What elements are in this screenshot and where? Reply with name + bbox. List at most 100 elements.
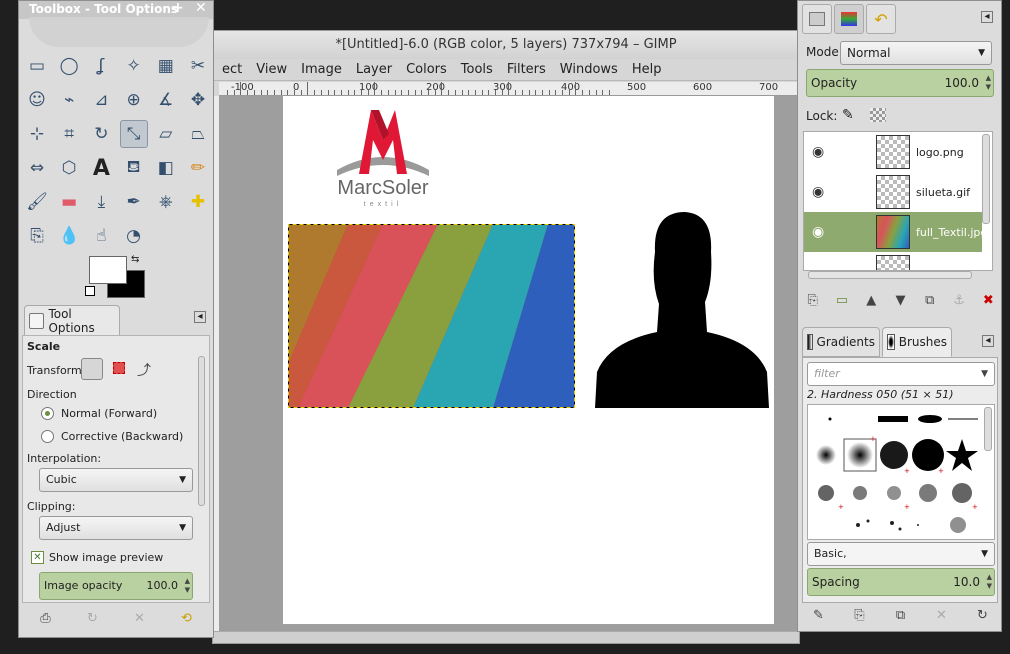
tab-brushes[interactable]: Brushes [882, 327, 952, 357]
direction-corrective-radio[interactable] [41, 430, 54, 443]
tab-tool-options[interactable]: Tool Options [24, 305, 120, 335]
edit-brush-icon[interactable]: ✎ [810, 606, 828, 624]
layer-opacity-slider[interactable]: Opacity 100.0 ▲ ▼ [806, 69, 994, 97]
measure-icon[interactable]: ∡ [152, 86, 180, 114]
restore-options-icon[interactable]: ↻ [84, 609, 102, 627]
text-icon[interactable]: A [87, 154, 115, 182]
anchor-layer-icon[interactable]: ⚓ [950, 291, 968, 309]
perspective-icon[interactable]: ⏢ [184, 120, 212, 148]
color-picker-icon[interactable]: ⊿ [87, 86, 115, 114]
brush-filter-input[interactable]: filter ▼ [807, 362, 995, 386]
blend-icon[interactable]: ◧ [152, 154, 180, 182]
menu-windows[interactable]: Windows [553, 62, 625, 77]
fuzzy-select-icon[interactable]: ✧ [120, 52, 148, 80]
shear-icon[interactable]: ▱ [152, 120, 180, 148]
menu-view[interactable]: View [249, 62, 294, 77]
mode-select[interactable]: Normal ▼ [840, 41, 992, 65]
align-icon[interactable]: ⊹ [23, 120, 51, 148]
delete-brush-icon[interactable]: ✕ [933, 606, 951, 624]
layer-row[interactable]: ◉ logo.png [804, 132, 982, 172]
lock-pixels-icon[interactable]: ✎ [842, 107, 854, 123]
visibility-eye-icon[interactable]: ◉ [812, 144, 824, 160]
raise-layer-icon[interactable]: ▲ [862, 291, 880, 309]
scissors-icon[interactable]: ✂ [184, 52, 212, 80]
refresh-brushes-icon[interactable]: ↻ [974, 606, 992, 624]
tab-gradients[interactable]: Gradients [802, 327, 880, 357]
menu-edit[interactable]: ect [215, 62, 249, 77]
perspective-clone-icon[interactable]: ⎘ [23, 222, 51, 250]
image-canvas[interactable]: MarcSoler textil [283, 96, 774, 624]
lower-layer-icon[interactable]: ▼ [891, 291, 909, 309]
layer-row[interactable]: ◉ silueta.gif [804, 172, 982, 212]
horizontal-ruler[interactable]: -100 0 100 200 300 400 500 600 700 [219, 82, 799, 96]
spin-arrows-icon[interactable]: ▲ ▼ [185, 577, 190, 595]
rotate-icon[interactable]: ↻ [87, 120, 115, 148]
airbrush-icon[interactable]: ⤓ [87, 188, 115, 216]
brush-preset-select[interactable]: Basic, ▼ [807, 542, 995, 566]
eraser-icon[interactable]: ▬ [55, 188, 83, 216]
spacing-slider[interactable]: Spacing 10.0 ▲ ▼ [807, 568, 995, 596]
menu-layer[interactable]: Layer [349, 62, 399, 77]
silhouette-image[interactable] [595, 212, 770, 408]
transform-layer-button[interactable] [81, 358, 103, 380]
save-options-icon[interactable]: ⎙ [37, 609, 55, 627]
textile-photo[interactable] [288, 224, 575, 408]
new-layer-icon[interactable]: ⎘ [804, 291, 822, 309]
transform-path-button[interactable]: ⤴ [137, 360, 151, 380]
crop-icon[interactable]: ⌗ [55, 120, 83, 148]
heal-icon[interactable]: ✚ [184, 188, 212, 216]
layer-row[interactable] [804, 252, 982, 270]
layer-row-selected[interactable]: ◉ full_Textil.jpg [804, 212, 987, 252]
brush-grid-scrollbar[interactable] [984, 407, 992, 451]
zoom-icon[interactable]: ⊕ [120, 86, 148, 114]
canvas-viewport[interactable]: MarcSoler textil [219, 96, 799, 636]
visibility-eye-icon[interactable]: ◉ [812, 224, 824, 240]
spin-arrows-icon[interactable]: ▲ ▼ [987, 573, 992, 591]
paintbrush-icon[interactable]: 🖌 [23, 188, 51, 216]
swap-colors-icon[interactable]: ⇆ [131, 254, 139, 265]
direction-normal-radio[interactable] [41, 407, 54, 420]
color-select-icon[interactable]: ▦ [152, 52, 180, 80]
panel-menu-icon[interactable]: ◂ [982, 335, 994, 347]
tab-channels[interactable] [834, 4, 864, 34]
ink-icon[interactable]: ✒ [120, 188, 148, 216]
menu-image[interactable]: Image [294, 62, 349, 77]
free-select-icon[interactable]: ʆ [87, 52, 115, 80]
bucket-fill-icon[interactable]: ⛾ [120, 154, 148, 182]
ellipse-select-icon[interactable]: ◯ [55, 52, 83, 80]
new-layer-group-icon[interactable]: ▭ [833, 291, 851, 309]
lock-alpha-icon[interactable] [870, 108, 886, 122]
tab-layers[interactable] [802, 4, 832, 34]
reset-options-icon[interactable]: ⟲ [178, 609, 196, 627]
paths-icon[interactable]: ⌁ [55, 86, 83, 114]
menu-filters[interactable]: Filters [500, 62, 553, 77]
panel-menu-icon[interactable]: ◂ [194, 311, 206, 323]
new-brush-icon[interactable]: ⎘ [851, 606, 869, 624]
blur-icon[interactable]: 💧 [55, 222, 83, 250]
smudge-icon[interactable]: ☝ [87, 222, 115, 250]
delete-options-icon[interactable]: ✕ [131, 609, 149, 627]
spin-arrows-icon[interactable]: ▲ ▼ [986, 74, 991, 92]
close-icon[interactable]: ✕ [195, 0, 207, 16]
cage-icon[interactable]: ⬡ [55, 154, 83, 182]
foreground-color-swatch[interactable] [89, 256, 127, 284]
clone-icon[interactable]: ⎈ [152, 188, 180, 216]
duplicate-layer-icon[interactable]: ⧉ [921, 291, 939, 309]
visibility-eye-icon[interactable]: ◉ [812, 184, 824, 200]
interpolation-select[interactable]: Cubic ▼ [39, 468, 193, 492]
tool-options-scrollbar[interactable] [198, 356, 205, 506]
show-preview-checkbox[interactable]: ✕ [31, 551, 44, 564]
image-opacity-slider[interactable]: Image opacity 100.0 ▲ ▼ [39, 572, 193, 600]
duplicate-brush-icon[interactable]: ⧉ [892, 606, 910, 624]
layer-list-hscrollbar[interactable] [808, 271, 972, 279]
dodge-burn-icon[interactable]: ◔ [120, 222, 148, 250]
menu-tools[interactable]: Tools [454, 62, 500, 77]
foreground-select-icon[interactable]: ☺ [23, 86, 51, 114]
brush-grid[interactable]: + + + + + + [807, 404, 995, 540]
tab-undo-history[interactable]: ↶ [866, 4, 896, 34]
menu-colors[interactable]: Colors [399, 62, 454, 77]
pencil-icon[interactable]: ✏ [184, 154, 212, 182]
plus-icon[interactable]: + [172, 0, 184, 16]
delete-layer-icon[interactable]: ✖ [979, 291, 997, 309]
scale-icon[interactable]: ⤡ [119, 120, 148, 148]
